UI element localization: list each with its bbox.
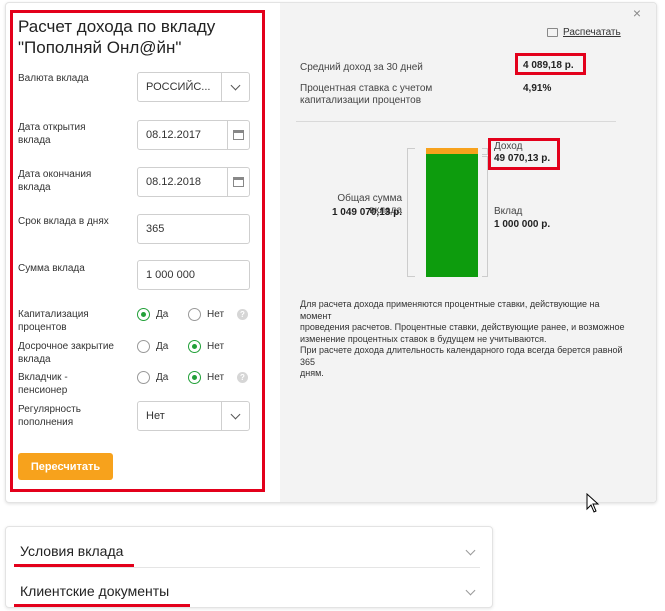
calculator-title: Расчет дохода по вкладу "Пополняй Онл@йн… (18, 16, 258, 58)
accordion-item-label: Условия вклада (20, 543, 124, 559)
accordion-item-conditions[interactable]: Условия вклада (14, 535, 480, 567)
capitalization-label-line1: Капитализация (18, 309, 89, 320)
capitalization-label-line2: процентов (18, 322, 67, 333)
regularity-label: Регулярность пополнения (18, 403, 126, 429)
chevron-down-icon[interactable] (221, 402, 249, 430)
close-date-label: Дата окончания вклада (18, 168, 126, 194)
early-close-label-line2: вклада (18, 354, 51, 365)
divider (20, 567, 480, 568)
print-label: Распечатать (563, 27, 621, 38)
rate-value: 4,91% (523, 83, 552, 94)
early-close-no-radio[interactable] (188, 340, 201, 353)
divider (296, 121, 616, 122)
help-icon[interactable]: ? (237, 309, 248, 320)
amount-value: 1 000 000 (146, 269, 195, 281)
close-icon[interactable]: × (630, 6, 644, 20)
help-icon[interactable]: ? (237, 372, 248, 383)
pensioner-label-line1: Вкладчик - (18, 372, 68, 383)
capitalization-no-label: Нет (207, 309, 225, 320)
pensioner-yes-radio[interactable] (137, 371, 150, 384)
amount-label: Сумма вклада (18, 263, 85, 274)
calendar-icon[interactable] (227, 168, 249, 196)
open-date-value: 08.12.2017 (146, 129, 202, 141)
deposit-bracket (482, 156, 488, 277)
capitalization-no-radio[interactable] (188, 308, 201, 321)
calculation-note: Для расчета дохода применяются процентны… (300, 299, 630, 380)
print-link[interactable]: Распечатать (547, 27, 621, 38)
regularity-value: Нет (146, 410, 165, 422)
open-date-input[interactable]: 08.12.2017 (137, 120, 250, 150)
accordion: Условия вклада Клиентские документы (5, 526, 493, 608)
open-date-label-line1: Дата открытия (18, 122, 86, 133)
close-date-value: 08.12.2018 (146, 176, 202, 188)
mouse-cursor-icon (586, 493, 600, 513)
total-bracket (407, 148, 415, 277)
term-input[interactable]: 365 (137, 214, 250, 244)
printer-icon (547, 28, 558, 37)
title-line-1: Расчет дохода по вкладу (18, 17, 216, 36)
early-close-radio-group: Да Нет (137, 340, 257, 354)
early-close-label: Досрочное закрытие вклада (18, 340, 126, 366)
note-line: Для расчета дохода применяются процентны… (300, 299, 600, 321)
currency-select[interactable]: РОССИЙС... (137, 72, 250, 102)
pensioner-yes-label: Да (156, 372, 169, 383)
rate-label-line2: капитализации процентов (300, 95, 422, 106)
chevron-down-icon[interactable] (465, 545, 476, 556)
deposit-label: Вклад (494, 206, 523, 217)
close-date-label-line1: Дата окончания (18, 169, 92, 180)
pensioner-label-line2: пенсионер (18, 385, 68, 396)
accordion-item-documents[interactable]: Клиентские документы (14, 575, 480, 607)
regularity-select[interactable]: Нет (137, 401, 250, 431)
currency-label: Валюта вклада (18, 73, 89, 84)
term-label: Срок вклада в днях (18, 216, 109, 227)
rate-label-line1: Процентная ставка с учетом (300, 83, 433, 94)
regularity-label-line2: пополнения (18, 417, 74, 428)
pensioner-radio-group: Да Нет ? (137, 371, 257, 385)
capitalization-yes-radio[interactable] (137, 308, 150, 321)
chevron-down-icon[interactable] (221, 73, 249, 101)
early-close-no-label: Нет (207, 341, 225, 352)
open-date-label-line2: вклада (18, 135, 51, 146)
income-value: 49 070,13 р. (494, 153, 551, 164)
regularity-label-line1: Регулярность (18, 404, 81, 415)
pensioner-label: Вкладчик - пенсионер (18, 371, 126, 397)
currency-value: РОССИЙС... (146, 81, 211, 93)
note-line: проведения расчетов. Процентные ставки, … (300, 322, 625, 332)
pensioner-no-label: Нет (207, 372, 225, 383)
note-line: изменение процентных ставок в будущем не… (300, 333, 547, 344)
capitalization-label: Капитализация процентов (18, 308, 126, 334)
accordion-item-label: Клиентские документы (20, 583, 170, 599)
capitalization-radio-group: Да Нет ? (137, 308, 257, 322)
note-line: дням. (300, 368, 324, 378)
close-date-label-line2: вклада (18, 182, 51, 193)
early-close-yes-radio[interactable] (137, 340, 150, 353)
capitalization-yes-label: Да (156, 309, 169, 320)
underline-highlight (14, 604, 190, 607)
avg-income-label: Средний доход за 30 дней (300, 62, 423, 73)
deposit-bar (426, 154, 478, 277)
note-line: При расчете дохода длительность календар… (300, 345, 623, 367)
open-date-label: Дата открытия вклада (18, 121, 126, 147)
pensioner-no-radio[interactable] (188, 371, 201, 384)
chevron-down-icon[interactable] (465, 585, 476, 596)
early-close-label-line1: Досрочное закрытие (18, 341, 114, 352)
calendar-icon[interactable] (227, 121, 249, 149)
title-line-2: "Пополняй Онл@йн" (18, 38, 182, 57)
close-date-input[interactable]: 08.12.2018 (137, 167, 250, 197)
income-label: Доход (494, 141, 523, 152)
total-value: 1 049 070,13 р. (331, 207, 402, 218)
amount-input[interactable]: 1 000 000 (137, 260, 250, 290)
recalculate-button[interactable]: Пересчитать (18, 453, 113, 480)
rate-label: Процентная ставка с учетом капитализации… (300, 83, 432, 107)
deposit-value: 1 000 000 р. (494, 219, 551, 230)
term-value: 365 (146, 223, 165, 235)
early-close-yes-label: Да (156, 341, 169, 352)
avg-income-value: 4 089,18 р. (523, 60, 574, 71)
